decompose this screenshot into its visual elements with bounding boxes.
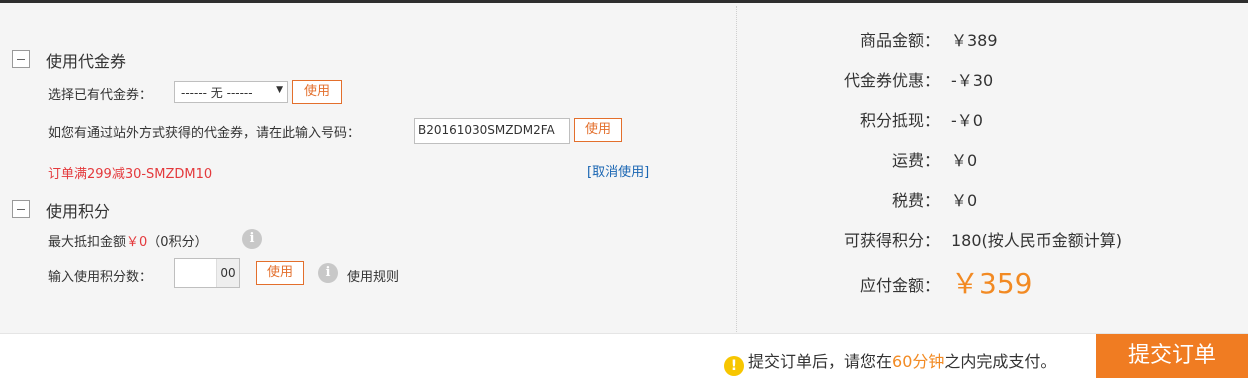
max-deduct-points: （0积分） xyxy=(147,235,208,250)
coupon-code-input[interactable]: B20161030SMZDM2FA xyxy=(414,118,570,144)
points-discount-label: 积分抵现： xyxy=(859,111,940,130)
coupon-code-value: B20161030SMZDM2FA xyxy=(418,123,555,137)
points-section-title: 使用积分 xyxy=(46,202,111,221)
coupon-select-label: 选择已有代金券： xyxy=(48,88,153,103)
coupon-select-value: ------ 无 ------ xyxy=(181,86,253,100)
coupon-code-label: 如您有通过站外方式获得的代金券，请在此输入号码： xyxy=(48,126,361,141)
earn-points-label: 可获得积分： xyxy=(843,231,940,250)
points-use-button[interactable]: 使用 xyxy=(256,261,304,285)
warning-icon: ! xyxy=(724,356,744,376)
notice-time: 60分钟 xyxy=(892,352,945,371)
cancel-coupon-link[interactable]: [取消使用] xyxy=(587,161,649,180)
points-collapse-toggle[interactable] xyxy=(12,200,30,218)
shipping-label: 运费： xyxy=(891,151,940,170)
tax-value: ￥0 xyxy=(951,191,978,210)
goods-amount-label: 商品金额： xyxy=(859,31,940,50)
coupon-discount-value: -￥30 xyxy=(951,71,994,90)
points-discount-value: -￥0 xyxy=(951,111,983,130)
max-deduct-text: 最大抵扣金额 xyxy=(48,235,127,250)
tax-label: 税费： xyxy=(891,191,940,210)
total-amount: ￥359 xyxy=(951,267,1033,300)
max-deduct-label: 最大抵扣金额￥0（0积分） xyxy=(48,231,208,250)
points-rules-link[interactable]: 使用规则 xyxy=(347,266,399,285)
applied-coupon-text: 订单满299减30-SMZDM10 xyxy=(48,167,213,182)
notice-prefix: 提交订单后，请您在 xyxy=(748,352,893,371)
max-deduct-amount: ￥0 xyxy=(126,235,148,250)
payment-notice: ! 提交订单后，请您在60分钟之内完成支付。 xyxy=(724,348,1056,376)
coupon-select[interactable]: ------ 无 ------ ▼ xyxy=(174,81,288,103)
dropdown-arrow-icon: ▼ xyxy=(276,85,283,95)
earn-points-value: 180(按人民币金额计算) xyxy=(951,231,1123,250)
info-icon[interactable]: i xyxy=(318,263,338,283)
coupon-code-use-button[interactable]: 使用 xyxy=(574,118,622,142)
submit-order-button[interactable]: 提交订单 xyxy=(1096,334,1248,378)
coupon-section-title: 使用代金券 xyxy=(46,52,127,71)
goods-amount-value: ￥389 xyxy=(951,31,998,50)
coupon-discount-label: 代金券优惠： xyxy=(843,71,940,90)
notice-suffix: 之内完成支付。 xyxy=(944,352,1057,371)
total-label: 应付金额： xyxy=(859,276,940,295)
info-icon[interactable]: i xyxy=(242,229,262,249)
points-input[interactable]: 00 xyxy=(174,258,240,288)
shipping-value: ￥0 xyxy=(951,151,978,170)
points-input-label: 输入使用积分数： xyxy=(48,270,153,285)
coupon-collapse-toggle[interactable] xyxy=(12,50,30,68)
coupon-use-button[interactable]: 使用 xyxy=(292,80,342,104)
points-input-suffix: 00 xyxy=(216,259,239,287)
